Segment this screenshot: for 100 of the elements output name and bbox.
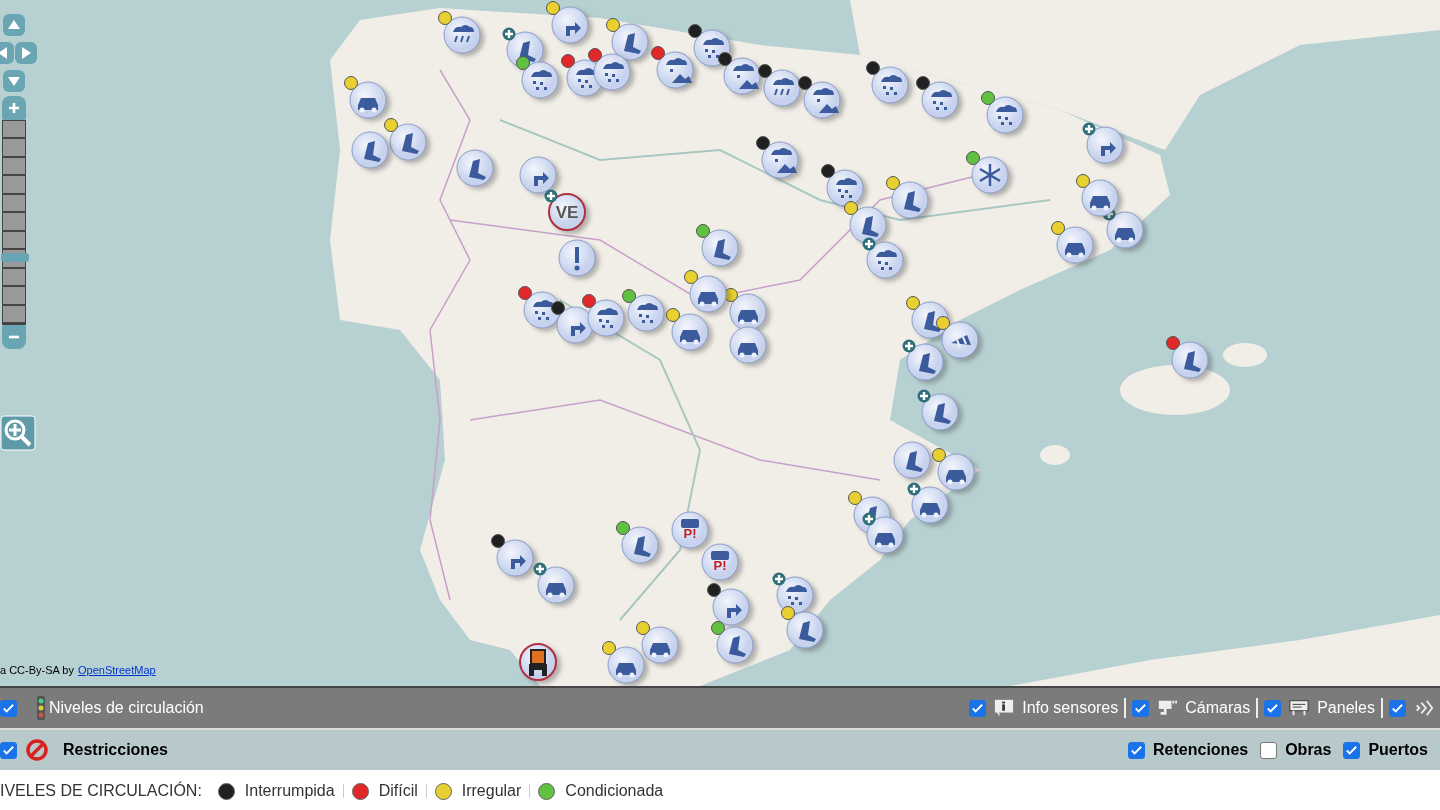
mountain-snow-marker[interactable] [656,51,694,89]
snow-chain-marker[interactable] [891,181,929,219]
snow-chain-marker[interactable] [1171,341,1209,379]
attribution-text: a CC-By-SA by [0,664,74,676]
mountain-snow-marker[interactable] [723,57,761,95]
car-marker[interactable] [1081,179,1119,217]
plus-icon [502,27,516,41]
snow-chain-marker[interactable] [456,149,494,187]
legend-label: Interrumpida [244,782,335,800]
tractor-marker[interactable] [519,643,557,681]
legend-title: IVELES DE CIRCULACIÓN: [0,782,202,800]
snow-chain-marker[interactable] [701,229,739,267]
parking-marker[interactable] [671,511,709,549]
snowfall-marker[interactable] [587,299,625,337]
filter-label: Restricciones [63,741,168,759]
plus-icon [862,237,876,251]
message-panel-icon [1289,698,1310,718]
car-marker[interactable] [537,566,575,604]
layer-label: Niveles de circulación [49,699,204,717]
car-marker[interactable] [937,453,975,491]
car-marker[interactable] [641,626,679,664]
car-marker[interactable] [866,516,904,554]
info-sign-icon [994,698,1015,718]
checkbox[interactable] [1264,699,1282,717]
attribution-link[interactable]: OpenStreetMap [77,664,156,676]
zoom-box-icon[interactable] [0,412,36,454]
snow-chain-marker[interactable] [921,393,959,431]
checkbox[interactable] [1260,741,1278,759]
legend-label: Condicionada [565,782,664,800]
car-marker[interactable] [1056,226,1094,264]
zoom-slider[interactable] [2,120,26,325]
parking-marker[interactable] [701,543,739,581]
snowfall-marker[interactable] [826,169,864,207]
marker-label: P! [683,527,697,540]
traffic-light-icon [35,695,47,721]
zoom-in-button[interactable] [2,96,26,120]
plus-icon [907,482,921,496]
filter-label: Obras [1285,741,1332,759]
snowfall-marker[interactable] [866,241,904,279]
zoom-slider-thumb[interactable] [1,253,29,262]
car-marker[interactable] [349,81,387,119]
snowflake-marker[interactable] [971,156,1009,194]
mountain-snow-marker[interactable] [803,81,841,119]
legend-label: Difícil [378,782,418,800]
snow-chain-marker[interactable] [786,611,824,649]
car-marker[interactable] [1106,211,1144,249]
pan-up-button[interactable] [3,14,25,36]
snow-chain-marker[interactable] [716,626,754,664]
checkbox[interactable] [1389,699,1406,717]
snow-chain-marker[interactable] [389,123,427,161]
layer-label: Paneles [1317,699,1375,717]
detour-marker[interactable] [519,156,557,194]
snow-chain-marker[interactable] [621,526,659,564]
marker-label: VE [555,204,579,221]
camera-icon [1157,698,1178,718]
snowfall-marker[interactable] [627,294,665,332]
rain-marker[interactable] [763,69,801,107]
detour-marker[interactable] [496,539,534,577]
car-marker[interactable] [911,486,949,524]
triangle-right-icon [19,46,33,60]
detour-marker[interactable] [1086,126,1124,164]
plus-icon [902,339,916,353]
checkbox[interactable] [969,699,987,717]
checkbox[interactable] [1343,741,1361,759]
plus-icon [1082,122,1096,136]
rain-marker[interactable] [443,16,481,54]
checkbox[interactable] [1132,699,1150,717]
marker-label: P! [713,559,727,572]
car-marker[interactable] [607,646,645,684]
filter-label: Retenciones [1153,741,1249,759]
checkbox[interactable] [1128,741,1146,759]
snowfall-marker[interactable] [521,61,559,99]
snowfall-marker[interactable] [986,96,1024,134]
zoom-out-button[interactable] [2,325,26,349]
car-marker[interactable] [729,326,767,364]
plus-icon [917,389,931,403]
pan-down-button[interactable] [3,70,25,92]
warning-marker[interactable] [558,239,596,277]
filter-label: Puertos [1368,741,1428,759]
triangle-left-icon [0,46,10,60]
detour-marker[interactable] [712,588,750,626]
checkbox[interactable] [0,741,17,759]
car-marker[interactable] [689,275,727,313]
snow-chain-marker[interactable] [906,343,944,381]
pan-right-button[interactable] [15,42,37,64]
triangle-down-icon [7,74,21,88]
roadworks-marker[interactable] [941,321,979,359]
snowfall-marker[interactable] [921,81,959,119]
car-marker[interactable] [671,313,709,351]
snowfall-marker[interactable] [593,53,631,91]
signal-waves-icon [1414,698,1434,718]
snow-chain-marker[interactable] [351,131,389,169]
plus-icon [772,572,786,586]
mountain-snow-marker[interactable] [761,141,799,179]
detour-marker[interactable] [551,6,589,44]
plus-icon [544,189,558,203]
snow-chain-marker[interactable] [893,441,931,479]
snowfall-marker[interactable] [871,66,909,104]
checkbox[interactable] [0,699,17,717]
restriction-marker[interactable] [548,193,586,231]
